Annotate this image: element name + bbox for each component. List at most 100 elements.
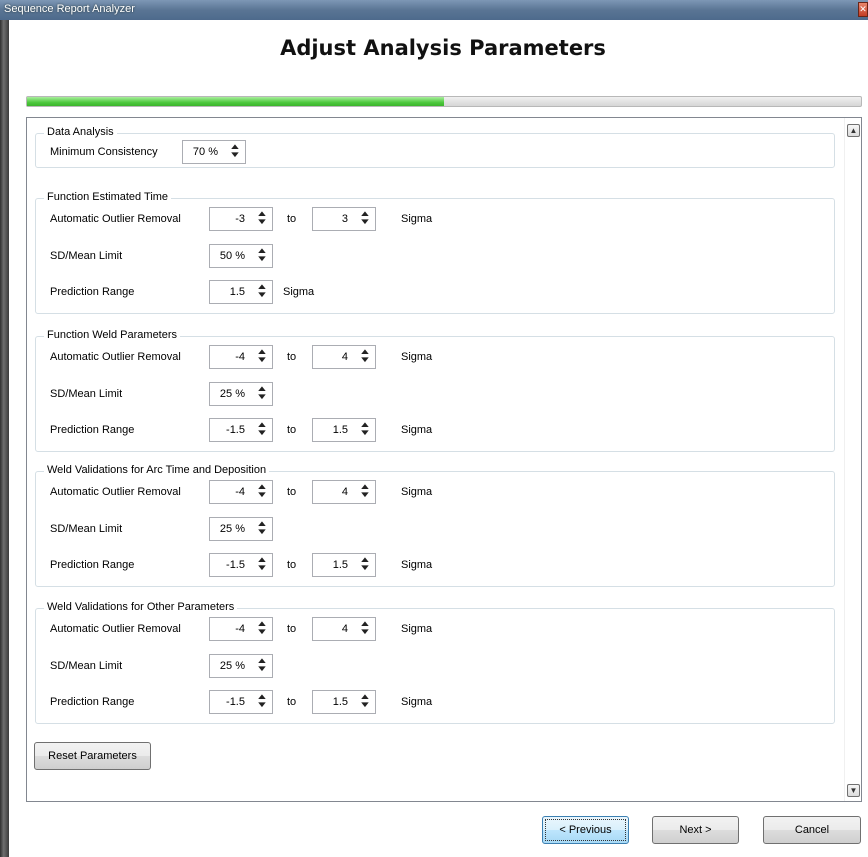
- spin-down-icon[interactable]: ▼: [227, 151, 243, 159]
- unit-label: Sigma: [401, 486, 433, 498]
- spin-down-icon[interactable]: ▼: [254, 429, 270, 437]
- spin-from[interactable]: 25 % ▲ ▼: [209, 653, 273, 678]
- spin-down-icon[interactable]: ▼: [357, 429, 373, 437]
- parameter-row: Automatic Outlier Removal -3 ▲ ▼ to 3 ▲ ▼ Sigma: [36, 207, 834, 231]
- spin-down-icon[interactable]: ▼: [357, 564, 373, 572]
- spin-from[interactable]: -4 ▲ ▼: [209, 480, 273, 504]
- wizard-progress-bar: [26, 96, 862, 107]
- spin-from[interactable]: -4 ▲ ▼: [209, 345, 273, 369]
- spin-to[interactable]: 1.5 ▲ ▼: [312, 690, 376, 714]
- spin-down-icon[interactable]: ▼: [357, 491, 373, 499]
- spin-arrows[interactable]: ▲ ▼: [254, 246, 270, 265]
- spin-down-icon[interactable]: ▼: [254, 664, 270, 673]
- spin-from[interactable]: 25 % ▲ ▼: [209, 516, 273, 541]
- spin-from[interactable]: -1.5 ▲ ▼: [209, 418, 273, 442]
- spin-to[interactable]: 4 ▲ ▼: [312, 345, 376, 369]
- spin-arrows[interactable]: ▲ ▼: [254, 519, 270, 538]
- wizard-progress-fill: [27, 97, 444, 106]
- spin-arrows[interactable]: ▲ ▼: [357, 693, 373, 711]
- spin-down-icon[interactable]: ▼: [254, 701, 270, 709]
- spin-arrows[interactable]: ▲ ▼: [254, 348, 270, 366]
- vertical-scrollbar[interactable]: ▲ ▼: [844, 118, 861, 801]
- spin-to[interactable]: 4 ▲ ▼: [312, 480, 376, 504]
- parameter-label: Prediction Range: [50, 424, 135, 436]
- spin-to[interactable]: 1.5 ▲ ▼: [312, 553, 376, 577]
- parameters-scroll-panel[interactable]: ▲ ▼ Reset Parameters Data Analysis Minimu…: [26, 117, 862, 802]
- reset-parameters-button[interactable]: Reset Parameters: [34, 742, 151, 770]
- spin-down-icon[interactable]: ▼: [254, 254, 270, 263]
- spin-from[interactable]: 1.5 ▲ ▼: [209, 280, 273, 304]
- parameter-row: SD/Mean Limit 25 % ▲ ▼: [36, 381, 834, 406]
- previous-button[interactable]: < Previous: [542, 816, 629, 844]
- close-icon[interactable]: ✕: [858, 2, 868, 17]
- spin-from[interactable]: -1.5 ▲ ▼: [209, 553, 273, 577]
- spin-value: -1.5: [226, 424, 245, 436]
- range-to-label: to: [287, 351, 297, 363]
- spin-arrows[interactable]: ▲ ▼: [254, 556, 270, 574]
- spin-down-icon[interactable]: ▼: [357, 628, 373, 636]
- spin-arrows[interactable]: ▲ ▼: [254, 210, 270, 228]
- spin-value: 4: [341, 623, 348, 635]
- spin-down-icon[interactable]: ▼: [254, 218, 270, 226]
- window-title: Sequence Report Analyzer: [4, 3, 135, 15]
- parameter-row: SD/Mean Limit 25 % ▲ ▼: [36, 653, 834, 678]
- spin-down-icon[interactable]: ▼: [254, 392, 270, 401]
- unit-label: Sigma: [401, 213, 433, 225]
- spin-arrows[interactable]: ▲ ▼: [357, 556, 373, 574]
- spin-to[interactable]: 4 ▲ ▼: [312, 617, 376, 641]
- parameter-label: Prediction Range: [50, 286, 135, 298]
- unit-label: Sigma: [401, 424, 433, 436]
- spin-arrows[interactable]: ▲ ▼: [357, 620, 373, 638]
- spin-arrows[interactable]: ▲ ▼: [254, 421, 270, 439]
- spin-down-icon[interactable]: ▼: [357, 356, 373, 364]
- parameter-label: Minimum Consistency: [50, 146, 158, 158]
- spin-down-icon[interactable]: ▼: [254, 527, 270, 536]
- spin-arrows[interactable]: ▲ ▼: [254, 656, 270, 675]
- spin-value: 1.5: [332, 424, 348, 436]
- group-title: Data Analysis: [44, 126, 117, 138]
- spin-arrows[interactable]: ▲ ▼: [254, 483, 270, 501]
- spin-down-icon[interactable]: ▼: [254, 564, 270, 572]
- group-title: Weld Validations for Arc Time and Deposi…: [44, 464, 270, 476]
- parameter-row: SD/Mean Limit 50 % ▲ ▼: [36, 243, 834, 268]
- spin-down-icon[interactable]: ▼: [254, 356, 270, 364]
- spin-down-icon[interactable]: ▼: [254, 491, 270, 499]
- range-to-label: to: [287, 696, 297, 708]
- spin-down-icon[interactable]: ▼: [254, 291, 270, 299]
- spin-to[interactable]: 3 ▲ ▼: [312, 207, 376, 231]
- parameter-label: SD/Mean Limit: [50, 659, 123, 672]
- spin-down-icon[interactable]: ▼: [357, 218, 373, 226]
- title-bar: Sequence Report Analyzer ✕: [0, 0, 868, 20]
- group-0: Data Analysis Minimum Consistency 70 % ▲ ▼: [35, 126, 835, 168]
- spin-arrows[interactable]: ▲ ▼: [254, 384, 270, 403]
- spin-from[interactable]: 50 % ▲ ▼: [209, 243, 273, 268]
- spin-down-icon[interactable]: ▼: [357, 701, 373, 709]
- next-button[interactable]: Next >: [652, 816, 739, 844]
- spin-arrows[interactable]: ▲ ▼: [254, 283, 270, 301]
- spin-from[interactable]: 70 % ▲ ▼: [182, 140, 246, 164]
- spin-arrows[interactable]: ▲ ▼: [254, 620, 270, 638]
- scroll-up-icon[interactable]: ▲: [847, 124, 860, 137]
- group-2: Function Weld Parameters Automatic Outlie…: [35, 329, 835, 452]
- spin-arrows[interactable]: ▲ ▼: [357, 210, 373, 228]
- spin-from[interactable]: -4 ▲ ▼: [209, 617, 273, 641]
- cancel-button[interactable]: Cancel: [763, 816, 861, 844]
- spin-from[interactable]: -1.5 ▲ ▼: [209, 690, 273, 714]
- spin-arrows[interactable]: ▲ ▼: [357, 421, 373, 439]
- spin-down-icon[interactable]: ▼: [254, 628, 270, 636]
- spin-value: 25 %: [219, 387, 245, 400]
- spin-value: -3: [235, 213, 245, 225]
- spin-value: 4: [341, 486, 348, 498]
- spin-arrows[interactable]: ▲ ▼: [357, 483, 373, 501]
- spin-from[interactable]: 25 % ▲ ▼: [209, 381, 273, 406]
- spin-arrows[interactable]: ▲ ▼: [254, 693, 270, 711]
- spin-arrows[interactable]: ▲ ▼: [357, 348, 373, 366]
- group-title: Function Estimated Time: [44, 191, 172, 203]
- scroll-down-icon[interactable]: ▼: [847, 784, 860, 797]
- spin-arrows[interactable]: ▲ ▼: [227, 143, 243, 161]
- parameter-label: Automatic Outlier Removal: [50, 486, 181, 498]
- spin-from[interactable]: -3 ▲ ▼: [209, 207, 273, 231]
- parameter-row: Minimum Consistency 70 % ▲ ▼: [36, 140, 834, 164]
- range-to-label: to: [287, 424, 297, 436]
- spin-to[interactable]: 1.5 ▲ ▼: [312, 418, 376, 442]
